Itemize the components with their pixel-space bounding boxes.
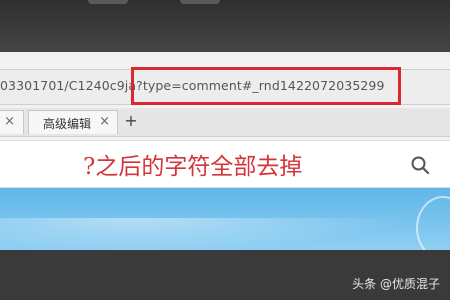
- search-icon[interactable]: [410, 155, 430, 175]
- browser-window: 03301701/C1240c9ja?type=comment#_rnd1422…: [0, 52, 450, 260]
- top-decoration: [180, 0, 220, 4]
- top-dark-area: [0, 0, 450, 52]
- tab-strip: × 高级编辑 × +: [0, 108, 450, 137]
- search-bar[interactable]: ?之后的字符全部去掉: [0, 140, 450, 188]
- top-decoration: [88, 0, 128, 4]
- tab-advanced-edit[interactable]: 高级编辑 ×: [28, 110, 118, 134]
- page-content-banner: [0, 188, 450, 260]
- url-highlight-box: [131, 67, 401, 105]
- watermark: 头条 @优质混子: [352, 277, 440, 291]
- new-tab-button[interactable]: +: [122, 112, 140, 130]
- tab-label: 高级编辑: [43, 117, 92, 131]
- annotation-text: ?之后的字符全部去掉: [83, 154, 303, 180]
- close-icon[interactable]: ×: [4, 114, 15, 129]
- tab-previous[interactable]: ×: [0, 110, 24, 134]
- close-icon[interactable]: ×: [99, 114, 110, 129]
